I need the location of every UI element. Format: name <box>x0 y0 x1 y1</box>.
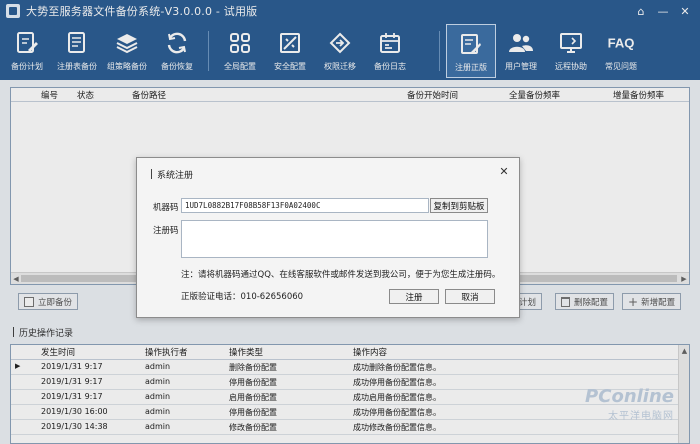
machine-code-field[interactable]: 1UD7L0882B17F08B58F13F0A02400C <box>181 198 429 213</box>
registration-dialog: 系统注册 ✕ 机器码 1UD7L0882B17F08B58F13F0A02400… <box>136 157 520 318</box>
machine-code-label: 机器码 <box>153 203 179 213</box>
verification-phone: 正版验证电话：010-62656060 <box>181 292 304 302</box>
close-icon[interactable]: ✕ <box>497 164 511 178</box>
copy-to-clipboard-button[interactable]: 复制到剪贴板 <box>430 198 488 213</box>
register-code-label: 注册码 <box>153 226 179 236</box>
cancel-button[interactable]: 取消 <box>445 289 495 304</box>
register-button[interactable]: 注册 <box>389 289 439 304</box>
register-instructions: 注：请将机器码通过QQ、在线客服软件或邮件发送到我公司，便于为您生成注册码。 <box>181 270 501 280</box>
dialog-title: 系统注册 <box>151 168 193 181</box>
register-code-input[interactable] <box>181 220 488 258</box>
